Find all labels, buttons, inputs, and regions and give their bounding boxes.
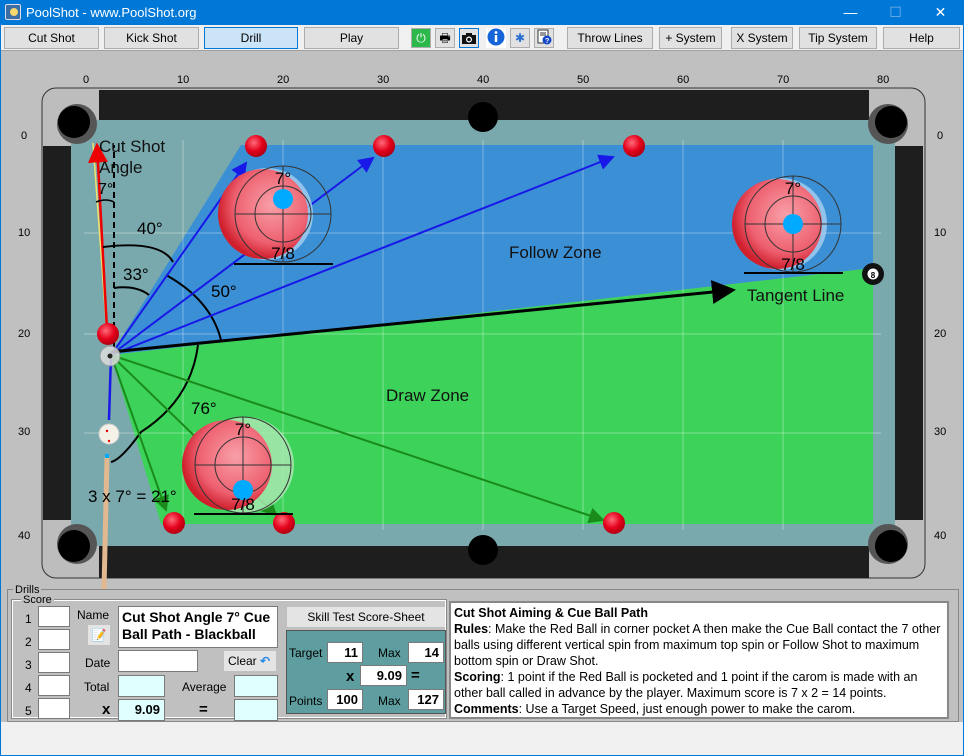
pocket-top-right bbox=[868, 104, 908, 144]
angle-label-76: 76° bbox=[191, 399, 217, 418]
angle-label-33: 33° bbox=[123, 265, 149, 284]
target-ball-1[interactable] bbox=[245, 135, 267, 157]
angle-label-40: 40° bbox=[137, 219, 163, 238]
rules-text: : Make the Red Ball in corner pocket A t… bbox=[454, 622, 941, 668]
multiply-sign: x bbox=[102, 701, 111, 718]
multiplier-field: 9.09 bbox=[118, 699, 165, 721]
pocket-top-middle bbox=[468, 102, 498, 132]
pool-table[interactable]: 8 7° 7/8 7° 7/8 7° 7/8 Cut Shot Angle 7°… bbox=[1, 0, 963, 590]
score-row-label-1: 1 bbox=[25, 612, 32, 626]
svg-text:7°: 7° bbox=[235, 420, 251, 439]
name-label: Name bbox=[77, 608, 110, 622]
date-label: Date bbox=[85, 656, 111, 670]
score-row-label-4: 4 bbox=[25, 681, 32, 695]
svg-text:7°: 7° bbox=[785, 179, 801, 198]
svg-text:7/8: 7/8 bbox=[781, 255, 805, 274]
svg-text:7°: 7° bbox=[275, 169, 291, 188]
target-ball-5[interactable] bbox=[273, 512, 295, 534]
clear-button[interactable]: Clear ↶ bbox=[224, 651, 276, 671]
target-ball-4[interactable] bbox=[163, 512, 185, 534]
average-field bbox=[234, 675, 278, 697]
total-label: Total bbox=[84, 680, 110, 694]
undo-icon: ↶ bbox=[260, 654, 271, 668]
score-input-2[interactable] bbox=[38, 629, 70, 650]
angle-label-7: 7° bbox=[98, 181, 113, 198]
target-ball-2[interactable] bbox=[373, 135, 395, 157]
drill-name-field[interactable]: Cut Shot Angle 7° Cue Ball Path - Blackb… bbox=[118, 606, 278, 648]
cue-tip bbox=[105, 454, 109, 458]
score-input-3[interactable] bbox=[38, 652, 70, 673]
status-bar bbox=[1, 722, 963, 755]
score-row-label-2: 2 bbox=[25, 635, 32, 649]
svg-text:7/8: 7/8 bbox=[231, 495, 255, 514]
max2-label: Max bbox=[378, 694, 401, 708]
max-label: Max bbox=[378, 646, 401, 660]
target-value[interactable]: 11 bbox=[327, 642, 363, 663]
score-group-label: Score bbox=[21, 594, 54, 606]
cue-tip-position-icon bbox=[273, 189, 293, 209]
skill-test-score-sheet-button[interactable]: Skill Test Score-Sheet bbox=[287, 607, 445, 627]
calc-multiplier: 9.09 bbox=[360, 665, 407, 686]
comments-label: Comments bbox=[454, 702, 519, 716]
scoring-label: Scoring bbox=[454, 670, 501, 684]
spin-diagram-bottom-left: 7° 7/8 bbox=[182, 416, 294, 515]
cut-shot-angle-label: Cut Shot bbox=[99, 137, 165, 156]
average-label: Average bbox=[182, 680, 227, 694]
pocket-top-left bbox=[57, 104, 97, 144]
cut-shot-angle-label-2: Angle bbox=[99, 158, 142, 177]
app-window: PoolShot - www.PoolShot.org — ☐ ✕ Cut Sh… bbox=[1, 0, 963, 755]
calc-equals-sign: = bbox=[411, 667, 420, 684]
result-field bbox=[234, 699, 278, 721]
edit-name-icon[interactable]: 📝 bbox=[88, 625, 110, 645]
max-value: 14 bbox=[408, 642, 444, 663]
max2-value: 127 bbox=[408, 689, 444, 710]
rules-label: Rules bbox=[454, 622, 489, 636]
score-input-1[interactable] bbox=[38, 606, 70, 627]
left-rail bbox=[43, 146, 71, 520]
svg-text:7/8: 7/8 bbox=[271, 244, 295, 263]
cue-stick[interactable] bbox=[101, 456, 110, 590]
follow-zone-label: Follow Zone bbox=[509, 243, 602, 262]
total-field bbox=[118, 675, 165, 697]
calc-multiply-sign: x bbox=[346, 668, 355, 685]
right-rail bbox=[895, 146, 923, 520]
eight-ball-number: 8 bbox=[871, 271, 876, 280]
draw-zone-label: Draw Zone bbox=[386, 386, 469, 405]
pocket-bottom-middle bbox=[468, 535, 498, 565]
comments-text: : Use a Target Speed, just enough power … bbox=[518, 702, 856, 716]
clear-button-label: Clear bbox=[228, 654, 257, 668]
pocket-bottom-left bbox=[57, 524, 97, 564]
tangent-line-label: Tangent Line bbox=[747, 286, 844, 305]
drill-description: Cut Shot Aiming & Cue Ball Path Rules: M… bbox=[449, 601, 949, 719]
date-input[interactable] bbox=[118, 650, 198, 672]
angle-label-50: 50° bbox=[211, 282, 237, 301]
target-ball-3[interactable] bbox=[623, 135, 645, 157]
score-input-5[interactable] bbox=[38, 698, 70, 719]
score-row-label-3: 3 bbox=[25, 658, 32, 672]
scoring-text: : 1 point if the Red Ball is pocketed an… bbox=[454, 670, 918, 700]
target-label: Target bbox=[289, 646, 323, 660]
pocket-bottom-right bbox=[868, 524, 908, 564]
score-row-label-5: 5 bbox=[25, 704, 32, 718]
red-object-ball[interactable] bbox=[97, 323, 119, 345]
points-label: Points bbox=[289, 694, 323, 708]
score-input-4[interactable] bbox=[38, 675, 70, 696]
points-value: 100 bbox=[327, 689, 363, 710]
equals-sign: = bbox=[199, 701, 208, 718]
formula-label: 3 x 7° = 21° bbox=[88, 487, 177, 506]
description-title: Cut Shot Aiming & Cue Ball Path bbox=[454, 606, 648, 620]
target-ball-6[interactable] bbox=[603, 512, 625, 534]
